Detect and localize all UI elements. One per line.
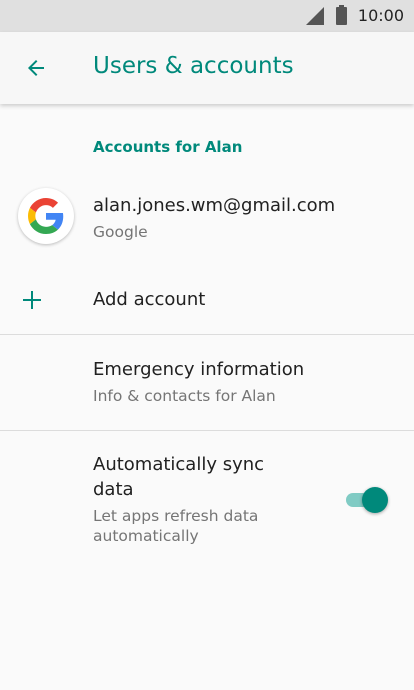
toggle-thumb <box>362 487 388 513</box>
plus-icon <box>23 291 41 309</box>
section-header-accounts: Accounts for Alan <box>93 138 243 156</box>
sync-subtitle-line1: Let apps refresh data <box>93 507 259 525</box>
signal-icon <box>306 7 324 25</box>
sync-subtitle-line2: automatically <box>93 527 199 545</box>
status-time: 10:00 <box>357 6 404 25</box>
emergency-title: Emergency information <box>93 359 305 380</box>
auto-sync-toggle[interactable] <box>344 486 390 514</box>
app-bar: Users & accounts <box>0 32 414 104</box>
battery-icon <box>336 5 347 25</box>
back-arrow-icon[interactable] <box>24 56 48 80</box>
account-email: alan.jones.wm@gmail.com <box>93 195 336 216</box>
add-account-row[interactable] <box>0 268 414 332</box>
sync-title-line1: Automatically sync <box>93 454 265 475</box>
add-account-label: Add account <box>93 289 206 310</box>
page-title: Users & accounts <box>93 53 294 79</box>
account-provider: Google <box>93 223 148 241</box>
emergency-subtitle: Info & contacts for Alan <box>93 387 276 405</box>
sync-title-line2: data <box>93 479 134 500</box>
status-bar: 10:00 <box>0 0 414 32</box>
emergency-information-row[interactable] <box>0 335 414 430</box>
google-icon <box>28 198 64 234</box>
account-avatar <box>18 188 74 244</box>
